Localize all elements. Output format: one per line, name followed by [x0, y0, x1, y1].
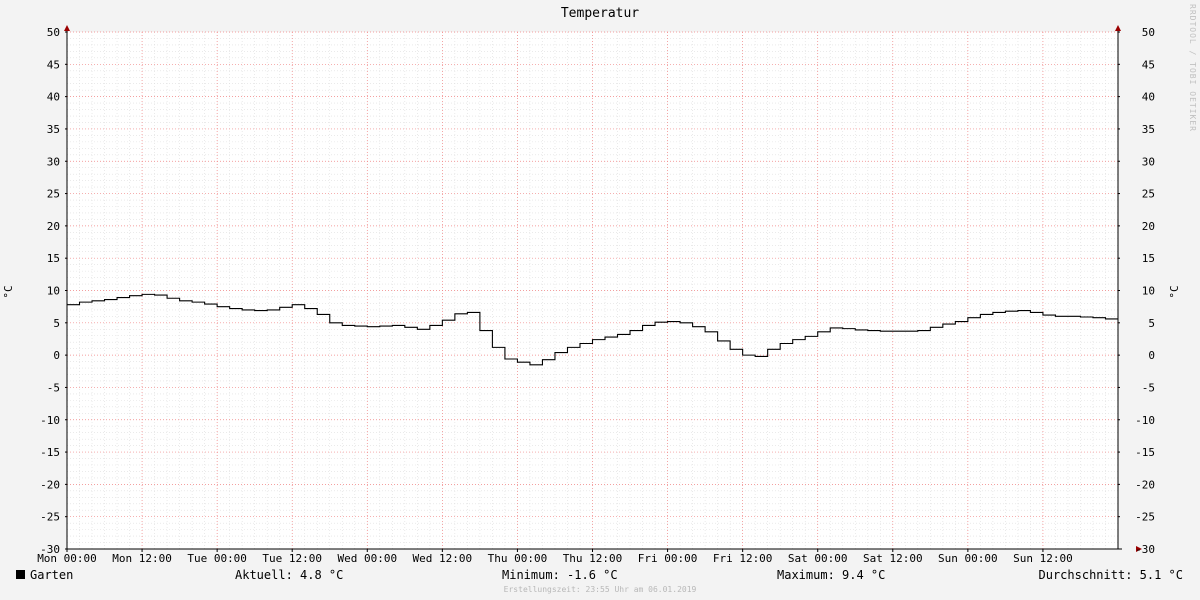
- y-tick-label-left: 30: [47, 155, 60, 168]
- y-tick-label-right: 20: [1142, 220, 1155, 233]
- legend-minimum: Minimum: -1.6 °C: [502, 568, 618, 582]
- y-tick-label-right: 30: [1142, 155, 1155, 168]
- y-tick-label-right: 25: [1142, 188, 1155, 201]
- y-tick-label-right: 45: [1142, 58, 1155, 71]
- y-tick-label-left: 25: [47, 188, 60, 201]
- x-tick-label: Sun 00:00: [938, 552, 998, 565]
- x-tick-label: Sat 12:00: [863, 552, 923, 565]
- x-tick-label: Tue 12:00: [262, 552, 322, 565]
- y-tick-label-left: -15: [40, 446, 60, 459]
- y-tick-label-right: 10: [1142, 285, 1155, 298]
- y-tick-label-right: -15: [1135, 446, 1155, 459]
- y-tick-label-right: 15: [1142, 252, 1155, 265]
- y-tick-label-right: 40: [1142, 91, 1155, 104]
- x-tick-label: Wed 00:00: [337, 552, 397, 565]
- y-axis-label-right: °C: [1168, 285, 1181, 298]
- x-tick-label: Tue 00:00: [187, 552, 247, 565]
- x-tick-label: Sat 00:00: [788, 552, 848, 565]
- y-tick-label-right: -10: [1135, 414, 1155, 427]
- footer-creation-time: Erstellungszeit: 23:55 Uhr am 06.01.2019: [504, 585, 697, 594]
- legend-maximum: Maximum: 9.4 °C: [777, 568, 885, 582]
- y-tick-label-left: 0: [53, 349, 60, 362]
- y-tick-label-right: -20: [1135, 478, 1155, 491]
- y-tick-label-right: 50: [1142, 26, 1155, 39]
- legend-aktuell: Aktuell: 4.8 °C: [235, 568, 343, 582]
- x-tick-label: Fri 00:00: [638, 552, 698, 565]
- x-tick-label: Mon 12:00: [112, 552, 172, 565]
- y-tick-label-left: -5: [47, 381, 60, 394]
- y-tick-label-left: -20: [40, 478, 60, 491]
- y-tick-label-left: 40: [47, 91, 60, 104]
- legend-durchschnitt: Durchschnitt: 5.1 °C: [1039, 568, 1184, 582]
- legend-swatch: [16, 570, 25, 579]
- y-tick-label-right: -25: [1135, 511, 1155, 524]
- watermark: RRDTOOL / TOBI OETIKER: [1188, 4, 1197, 132]
- legend-series-name: Garten: [30, 568, 73, 582]
- y-tick-label-right: 0: [1148, 349, 1155, 362]
- y-tick-label-left: -10: [40, 414, 60, 427]
- y-tick-label-left: 50: [47, 26, 60, 39]
- x-tick-label: Thu 12:00: [563, 552, 623, 565]
- y-tick-label-left: 5: [53, 317, 60, 330]
- y-tick-label-right: -5: [1142, 381, 1155, 394]
- x-tick-label: Fri 12:00: [713, 552, 773, 565]
- x-tick-label: Mon 00:00: [37, 552, 97, 565]
- y-tick-label-right: 5: [1148, 317, 1155, 330]
- y-tick-label-right: 35: [1142, 123, 1155, 136]
- y-tick-label-right: -30: [1135, 543, 1155, 556]
- y-tick-label-left: 10: [47, 285, 60, 298]
- y-tick-label-left: 45: [47, 58, 60, 71]
- y-tick-label-left: 20: [47, 220, 60, 233]
- x-tick-label: Wed 12:00: [413, 552, 473, 565]
- x-tick-label: Sun 12:00: [1013, 552, 1073, 565]
- y-tick-label-left: -25: [40, 511, 60, 524]
- temperature-chart: 50 5045 4540 4035 3530 3025 2520 2015 1510 105 50 0…: [0, 0, 1200, 600]
- x-tick-label: Thu 00:00: [488, 552, 548, 565]
- y-tick-label-left: 35: [47, 123, 60, 136]
- chart-frame: 50 50 45 45 40 40 35 35 30 30 25 25 20 20 15 15 10 10 5 5 0 0…: [0, 0, 1200, 600]
- chart-title: Temperatur: [561, 6, 639, 21]
- y-tick-label-left: 15: [47, 252, 60, 265]
- y-axis-label-left: °C: [2, 285, 15, 298]
